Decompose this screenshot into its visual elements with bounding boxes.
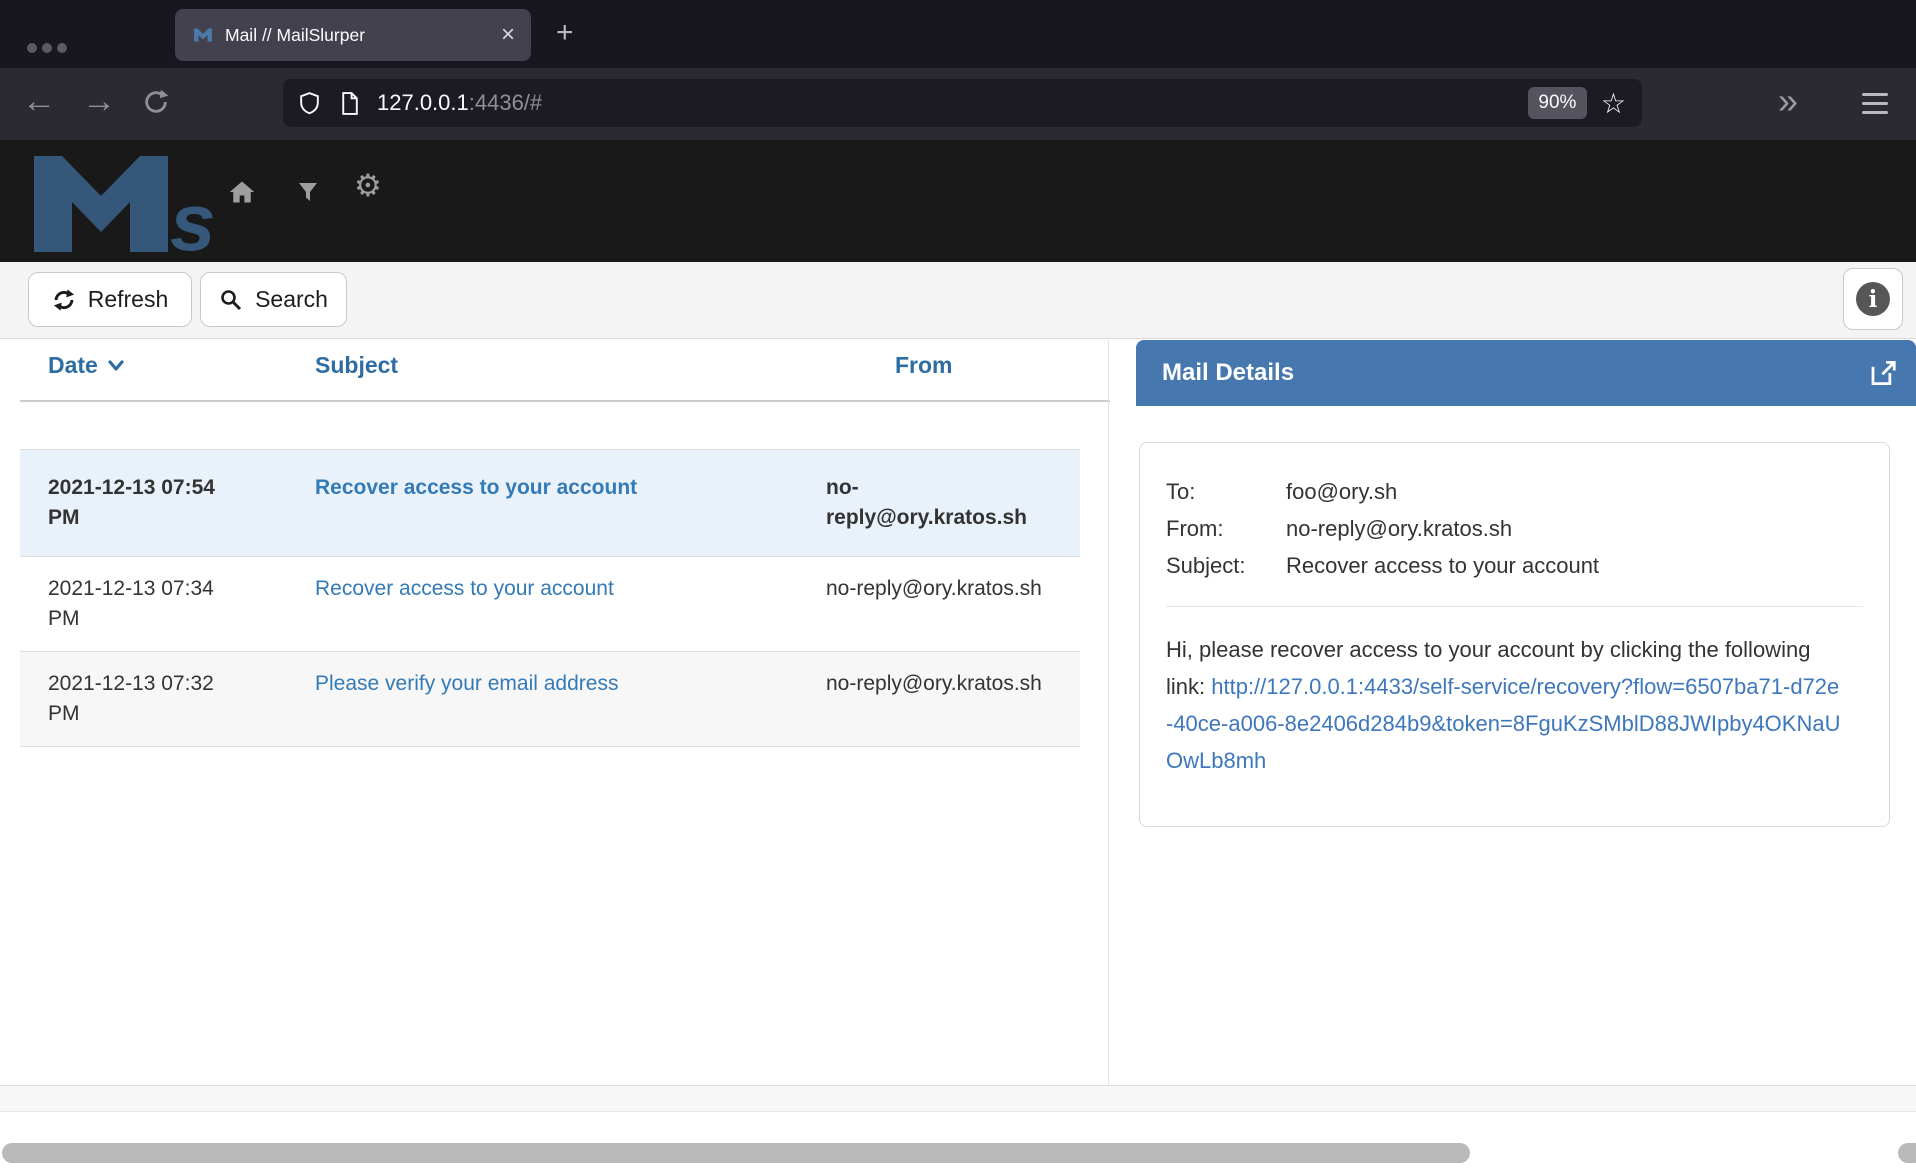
page-icon[interactable] bbox=[338, 91, 361, 116]
settings-gear-icon[interactable]: ⚙ bbox=[354, 168, 382, 204]
column-header-subject[interactable]: Subject bbox=[315, 352, 398, 379]
window-controls[interactable] bbox=[27, 43, 67, 53]
date-header-label: Date bbox=[48, 352, 98, 379]
search-button[interactable]: Search bbox=[200, 272, 347, 327]
recovery-link[interactable]: http://127.0.0.1:4433/self-service/recov… bbox=[1166, 674, 1840, 773]
browser-tab-bar: Mail // MailSlurper × + bbox=[0, 0, 1916, 68]
mail-from: no-reply@ory.kratos.sh bbox=[800, 450, 1080, 556]
browser-navbar: ← → 127.0.0.1:4436/# 90% ☆ » bbox=[0, 68, 1916, 140]
field-subject: Subject:Recover access to your account bbox=[1166, 547, 1863, 584]
info-icon: i bbox=[1856, 282, 1890, 316]
from-value: no-reply@ory.kratos.sh bbox=[1286, 516, 1512, 541]
mail-details-card: To:foo@ory.sh From:no-reply@ory.kratos.s… bbox=[1139, 442, 1890, 827]
mail-details-title: Mail Details bbox=[1136, 340, 1916, 406]
mailslurper-logo: s bbox=[20, 154, 240, 254]
shield-icon[interactable] bbox=[297, 91, 322, 116]
url-path: :4436/# bbox=[469, 90, 542, 115]
search-label: Search bbox=[255, 286, 328, 313]
mail-details-header: Mail Details bbox=[1136, 340, 1916, 406]
mail-list: 2021-12-13 07:54 PM Recover access to yo… bbox=[20, 449, 1080, 747]
mail-subject-link[interactable]: Recover access to your account bbox=[315, 577, 614, 600]
card-divider bbox=[1166, 606, 1863, 607]
from-label: From: bbox=[1166, 510, 1286, 547]
zoom-level-badge[interactable]: 90% bbox=[1528, 87, 1587, 119]
tab-title: Mail // MailSlurper bbox=[225, 25, 501, 46]
url-host: 127.0.0.1 bbox=[377, 90, 469, 115]
refresh-button[interactable]: Refresh bbox=[28, 272, 192, 327]
app-header: s ⚙ bbox=[0, 140, 1916, 262]
mail-row[interactable]: 2021-12-13 07:34 PM Recover access to yo… bbox=[20, 556, 1080, 651]
window-dot[interactable] bbox=[57, 43, 67, 53]
to-label: To: bbox=[1166, 473, 1286, 510]
subject-label: Subject: bbox=[1166, 547, 1286, 584]
refresh-label: Refresh bbox=[88, 286, 169, 313]
list-header-divider bbox=[20, 400, 1110, 402]
window-dot[interactable] bbox=[27, 43, 37, 53]
scrollbar-corner[interactable] bbox=[1898, 1143, 1916, 1163]
menu-icon[interactable] bbox=[1862, 93, 1888, 120]
from-header-label: From bbox=[895, 352, 953, 378]
open-external-icon[interactable] bbox=[1868, 358, 1898, 388]
svg-text:s: s bbox=[170, 177, 216, 254]
tab-close-icon[interactable]: × bbox=[501, 21, 515, 49]
info-button[interactable]: i bbox=[1843, 268, 1903, 330]
url-text[interactable]: 127.0.0.1:4436/# bbox=[377, 90, 542, 116]
refresh-icon bbox=[52, 288, 76, 312]
home-icon[interactable] bbox=[228, 178, 256, 206]
mail-date: 2021-12-13 07:32 PM bbox=[20, 652, 285, 746]
field-to: To:foo@ory.sh bbox=[1166, 473, 1863, 510]
mail-body: Hi, please recover access to your accoun… bbox=[1166, 631, 1846, 779]
search-icon bbox=[219, 288, 243, 312]
reload-icon[interactable] bbox=[142, 88, 170, 116]
forward-icon[interactable]: → bbox=[82, 82, 116, 121]
mail-row-selected[interactable]: 2021-12-13 07:54 PM Recover access to yo… bbox=[20, 449, 1080, 556]
list-toolbar: Refresh Search i bbox=[0, 262, 1916, 339]
sort-desc-chevron-icon bbox=[108, 360, 124, 371]
column-header-from[interactable]: From bbox=[895, 352, 953, 379]
mail-subject-link[interactable]: Please verify your email address bbox=[315, 672, 618, 695]
horizontal-scrollbar-thumb[interactable] bbox=[2, 1143, 1470, 1163]
new-tab-icon[interactable]: + bbox=[556, 16, 574, 50]
mail-date: 2021-12-13 07:54 PM bbox=[20, 450, 285, 556]
to-value: foo@ory.sh bbox=[1286, 479, 1397, 504]
subject-value: Recover access to your account bbox=[1286, 553, 1599, 578]
footer-strip bbox=[0, 1086, 1916, 1112]
column-header-date[interactable]: Date bbox=[48, 352, 124, 379]
bookmark-star-icon[interactable]: ☆ bbox=[1601, 87, 1626, 120]
field-from: From:no-reply@ory.kratos.sh bbox=[1166, 510, 1863, 547]
mail-from: no-reply@ory.kratos.sh bbox=[800, 652, 1080, 746]
mail-row[interactable]: 2021-12-13 07:32 PM Please verify your e… bbox=[20, 651, 1080, 747]
browser-tab[interactable]: Mail // MailSlurper × bbox=[175, 9, 531, 61]
panel-divider bbox=[1108, 340, 1109, 1085]
mailslurper-favicon bbox=[193, 25, 213, 45]
url-bar[interactable]: 127.0.0.1:4436/# 90% ☆ bbox=[283, 79, 1642, 127]
mail-from: no-reply@ory.kratos.sh bbox=[800, 557, 1080, 651]
back-icon[interactable]: ← bbox=[22, 82, 56, 121]
mail-subject-link[interactable]: Recover access to your account bbox=[315, 476, 637, 499]
mailslurper-window: Mail // MailSlurper × + ← → 127.0.0.1:44… bbox=[0, 0, 1916, 1170]
filter-icon[interactable] bbox=[296, 180, 320, 204]
toolbar-overflow-icon[interactable]: » bbox=[1778, 80, 1798, 122]
mail-date: 2021-12-13 07:34 PM bbox=[20, 557, 285, 651]
subject-header-label: Subject bbox=[315, 352, 398, 378]
window-dot[interactable] bbox=[42, 43, 52, 53]
